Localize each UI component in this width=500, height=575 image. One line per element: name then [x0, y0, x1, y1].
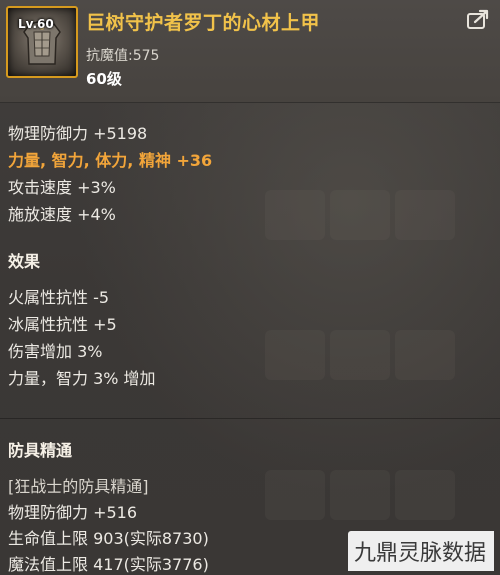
background-panel: [395, 330, 455, 380]
effect-str-int-increase: 力量，智力 3% 增加: [8, 369, 156, 388]
background-panel: [330, 190, 390, 240]
background-panel: [330, 330, 390, 380]
effects-title: 效果: [8, 252, 41, 271]
item-icon-frame[interactable]: Lv.60: [6, 6, 78, 78]
effect-fire-resist: 火属性抗性 -5: [8, 288, 110, 307]
item-header: Lv.60 巨树守护者罗丁的心材上甲 抗魔值:575 60级: [0, 0, 500, 103]
section-divider: [0, 418, 500, 419]
background-panel: [265, 190, 325, 240]
item-tooltip: Lv.60 巨树守护者罗丁的心材上甲 抗魔值:575 60级 物理防御力 +51…: [0, 0, 500, 575]
magic-resist-value: 抗魔值:575: [86, 48, 160, 64]
item-level-badge: Lv.60: [18, 17, 54, 31]
background-panel: [395, 470, 455, 520]
stat-cast-speed: 施放速度 +4%: [8, 205, 116, 224]
mastery-title: 防具精通: [8, 441, 73, 460]
mastery-hp-max: 生命值上限 903(实际8730): [8, 529, 209, 548]
watermark: 九鼎灵脉数据: [347, 531, 494, 571]
mastery-physical-defense: 物理防御力 +516: [8, 503, 138, 522]
stat-physical-defense: 物理防御力 +5198: [8, 124, 148, 143]
item-name: 巨树守护者罗丁的心材上甲: [86, 12, 321, 34]
background-panel: [265, 330, 325, 380]
required-level: 60级: [86, 70, 122, 88]
stat-all-attributes: 力量, 智力, 体力, 精神 +36: [8, 151, 213, 170]
effect-damage-increase: 伤害增加 3%: [8, 342, 103, 361]
background-panel: [265, 470, 325, 520]
background-panel: [330, 470, 390, 520]
edit-share-icon[interactable]: [466, 9, 490, 31]
mastery-mp-max: 魔法值上限 417(实际3776): [8, 555, 209, 574]
stat-attack-speed: 攻击速度 +3%: [8, 178, 116, 197]
background-panel: [395, 190, 455, 240]
mastery-class: [狂战士的防具精通]: [8, 477, 149, 496]
effect-ice-resist: 冰属性抗性 +5: [8, 315, 117, 334]
